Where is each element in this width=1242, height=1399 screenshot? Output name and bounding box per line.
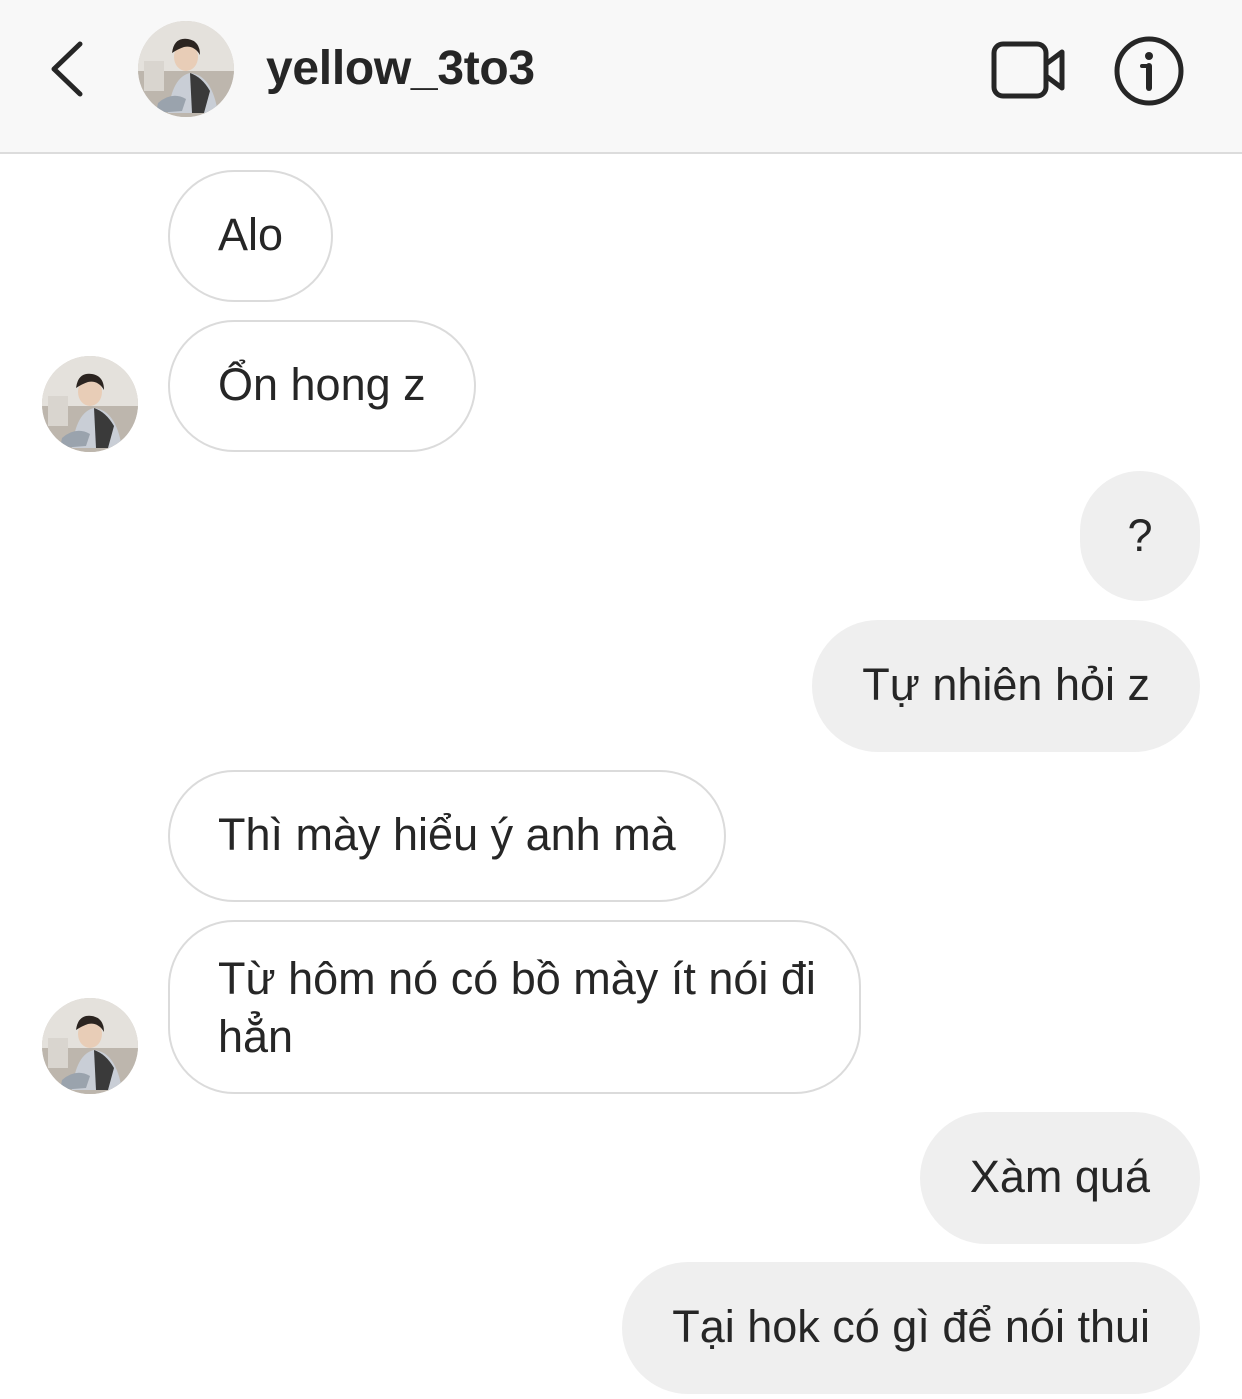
sender-avatar[interactable] — [42, 998, 138, 1094]
incoming-message-bubble[interactable]: Từ hôm nó có bồ mày ít nói đi hẳn — [168, 920, 861, 1094]
message-text: Từ hôm nó có bồ mày ít nói đi hẳn — [218, 953, 816, 1062]
chevron-left-icon — [51, 41, 83, 97]
message-text: Tại hok có gì để nói thui — [672, 1301, 1150, 1352]
message-text: ? — [1127, 510, 1153, 561]
incoming-message-bubble[interactable]: Thì mày hiểu ý anh mà — [168, 770, 726, 902]
chat-header: yellow_3to3 — [0, 0, 1242, 154]
message-text: Thì mày hiểu ý anh mà — [218, 809, 676, 860]
message-text: Ổn hong z — [218, 359, 426, 410]
incoming-message-bubble[interactable]: Alo — [168, 170, 334, 302]
outgoing-message-bubble[interactable]: Tại hok có gì để nói thui — [622, 1262, 1200, 1394]
message-text: Xàm quá — [969, 1151, 1150, 1202]
info-button[interactable] — [1112, 34, 1186, 108]
outgoing-message-bubble[interactable]: Xàm quá — [919, 1112, 1200, 1244]
back-button[interactable] — [40, 36, 96, 102]
incoming-message-bubble[interactable]: Ổn hong z — [168, 320, 476, 452]
header-avatar[interactable] — [138, 21, 234, 117]
outgoing-message-bubble[interactable]: Tự nhiên hỏi z — [812, 620, 1200, 752]
info-icon — [1114, 36, 1184, 106]
sender-avatar[interactable] — [42, 356, 138, 452]
message-text: Tự nhiên hỏi z — [862, 659, 1150, 710]
outgoing-message-bubble[interactable]: ? — [1080, 471, 1200, 601]
message-text: Alo — [218, 209, 284, 260]
chat-username[interactable]: yellow_3to3 — [266, 40, 535, 98]
video-call-button[interactable] — [990, 38, 1068, 102]
video-camera-icon — [991, 41, 1065, 99]
